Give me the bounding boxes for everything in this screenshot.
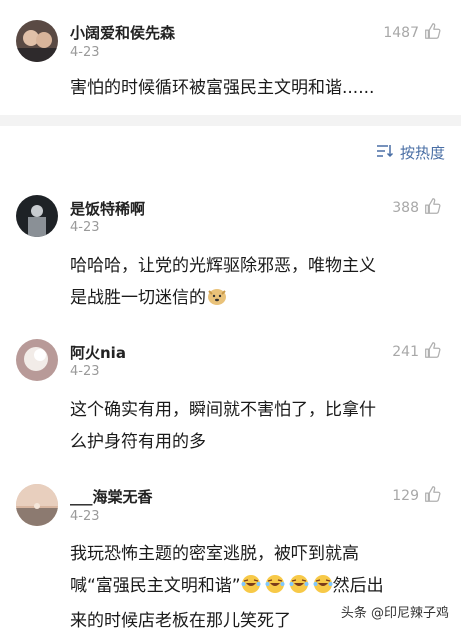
comment-text: 我玩恐怖主题的密室逃脱，被吓到就高 喊“富强民主文明和谐” 然后出 来的时候店老板… (70, 538, 440, 637)
comment-date: 4-23 (70, 364, 100, 379)
comment-text: 这个确实有用，瞬间就不害怕了，比拿什 么护身符有用的多 (70, 394, 440, 458)
comment-text: 害怕的时候循环被富强民主文明和谐...... (70, 78, 375, 98)
comment-text: 哈哈哈，让党的光辉驱除邪恶，唯物主义 是战胜一切迷信的 (70, 250, 440, 317)
avatar[interactable] (16, 484, 58, 526)
sort-button[interactable]: 按热度 (376, 142, 445, 163)
username[interactable]: ___海棠无香 (70, 486, 153, 507)
username[interactable]: 小阔爱和侯先森 (70, 22, 175, 43)
comment-text-line: 哈哈哈，让党的光辉驱除邪恶，唯物主义 (70, 256, 376, 276)
doge-emoji-icon (206, 285, 228, 317)
comment-text-line: 么护身符有用的多 (70, 432, 206, 452)
like-button[interactable]: 1487 (383, 22, 441, 44)
like-count: 241 (392, 344, 419, 360)
like-button[interactable]: 129 (392, 485, 441, 507)
comment-text-line: 喊“富强民主文明和谐” 然后出 (70, 570, 440, 605)
section-divider (0, 115, 461, 126)
thumbs-up-icon (423, 197, 441, 219)
comment-date: 4-23 (70, 509, 100, 524)
laughing-emoji-icon (241, 573, 333, 605)
avatar[interactable] (16, 195, 58, 237)
watermark: 头条 @印尼辣子鸡 (336, 601, 453, 622)
comment-date: 4-23 (70, 220, 100, 235)
comment-text-line: 这个确实有用，瞬间就不害怕了，比拿什 (70, 400, 376, 420)
thumbs-up-icon (423, 22, 441, 44)
thumbs-up-icon (423, 485, 441, 507)
comment-text-line: 我玩恐怖主题的密室逃脱，被吓到就高 (70, 544, 359, 564)
like-count: 1487 (383, 25, 419, 41)
sort-icon (376, 143, 394, 163)
like-count: 388 (392, 200, 419, 216)
sort-label: 按热度 (399, 144, 445, 162)
avatar[interactable] (16, 20, 58, 62)
like-button[interactable]: 388 (392, 197, 441, 219)
comment-text-line: 是战胜一切迷信的 (70, 282, 440, 317)
avatar[interactable] (16, 339, 58, 381)
username[interactable]: 阿火nia (70, 342, 126, 363)
like-button[interactable]: 241 (392, 341, 441, 363)
username[interactable]: 是饭特稀啊 (70, 198, 145, 219)
thumbs-up-icon (423, 341, 441, 363)
like-count: 129 (392, 488, 419, 504)
comment-date: 4-23 (70, 45, 100, 60)
